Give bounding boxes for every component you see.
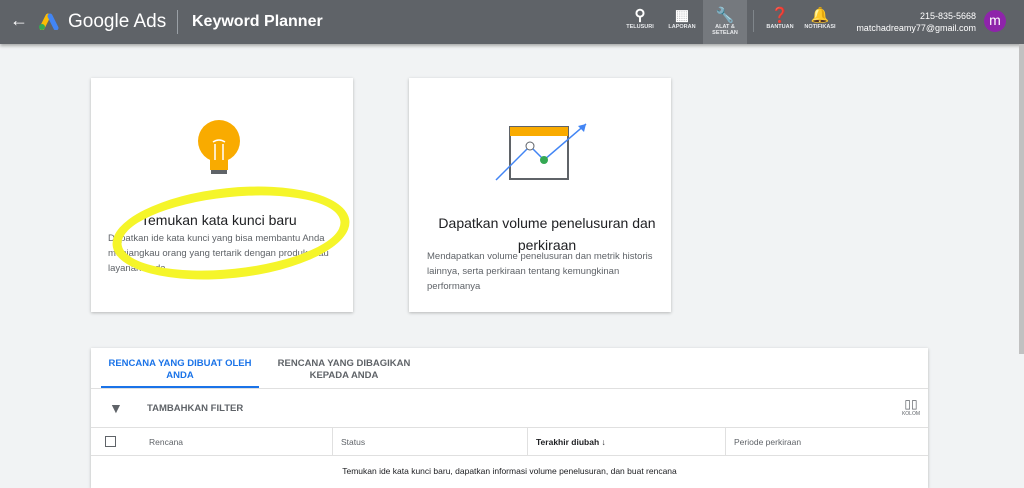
- column-plan[interactable]: Rencana: [141, 428, 333, 456]
- add-filter-button[interactable]: TAMBAHKAN FILTER: [147, 403, 243, 414]
- column-last-modified[interactable]: Terakhir diubah ↓: [527, 428, 725, 456]
- avatar[interactable]: m: [984, 10, 1006, 32]
- help-icon: ❓: [770, 7, 790, 24]
- plans-panel: RENCANA YANG DIBUAT OLEH ANDA RENCANA YA…: [91, 348, 928, 488]
- tab-shared-plans[interactable]: RENCANA YANG DIBAGIKAN KEPADA ANDA: [269, 358, 419, 382]
- bell-icon: 🔔: [810, 7, 830, 24]
- account-info[interactable]: 215-835-5668 matchadreamy77@gmail.com: [856, 10, 976, 34]
- columns-button[interactable]: ▯▯ KOLOM: [902, 397, 920, 417]
- empty-state-message: Temukan ide kata kunci baru, dapatkan in…: [342, 466, 677, 476]
- column-forecast-period[interactable]: Periode perkiraan: [725, 428, 928, 456]
- filter-icon[interactable]: ▼: [109, 400, 123, 416]
- tab-my-plans[interactable]: RENCANA YANG DIBUAT OLEH ANDA: [101, 358, 259, 388]
- brand-name: Google Ads: [68, 11, 167, 32]
- wrench-icon: 🔧: [715, 7, 735, 24]
- nav-help[interactable]: ❓ BANTUAN: [758, 0, 802, 44]
- trend-chart-icon: [495, 123, 587, 181]
- reports-icon: ▦: [674, 7, 690, 24]
- nav-tools[interactable]: 🔧 ALAT & SETELAN: [703, 0, 747, 44]
- table-header: Rencana Status Terakhir diubah ↓ Periode…: [91, 428, 928, 456]
- sort-down-icon: ↓: [601, 437, 606, 447]
- filter-bar: ▼ TAMBAHKAN FILTER ▯▯ KOLOM: [91, 388, 928, 428]
- card-description: Mendapatkan volume penelusuran dan metri…: [427, 251, 653, 292]
- lightbulb-icon: [198, 120, 240, 174]
- card-search-volume[interactable]: Dapatkan volume penelusuran dan perkiraa…: [409, 78, 671, 312]
- scrollbar[interactable]: [1019, 44, 1024, 354]
- select-all-checkbox[interactable]: [105, 436, 116, 447]
- nav-search[interactable]: ⚲ TELUSURI: [618, 0, 662, 44]
- columns-icon: ▯▯: [904, 397, 918, 411]
- nav-reports[interactable]: ▦ LAPORAN: [660, 0, 704, 44]
- divider: [177, 10, 178, 34]
- top-bar: ← Google Ads Keyword Planner ⚲ TELUSURI ▦…: [0, 0, 1024, 44]
- tool-title: Keyword Planner: [192, 13, 323, 30]
- divider: [753, 10, 754, 32]
- nav-notifications[interactable]: 🔔 NOTIFIKASI: [798, 0, 842, 44]
- google-ads-logo: [39, 13, 59, 30]
- search-icon: ⚲: [634, 7, 646, 24]
- column-status[interactable]: Status: [332, 428, 527, 456]
- back-arrow-icon[interactable]: ←: [10, 10, 28, 31]
